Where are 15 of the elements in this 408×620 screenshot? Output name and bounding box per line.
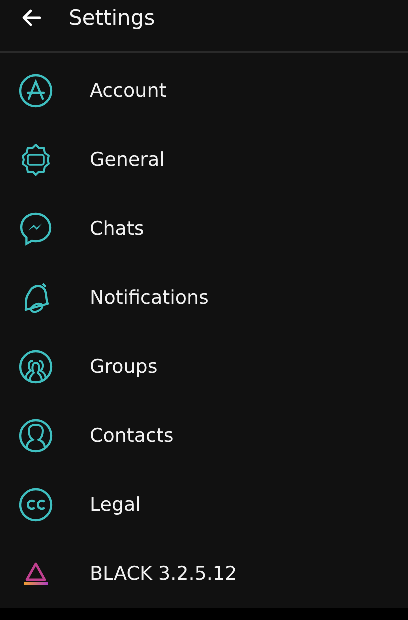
back-arrow-icon[interactable] — [22, 8, 42, 28]
settings-item[interactable]: Groups — [0, 332, 408, 401]
settings-item[interactable]: Contacts — [0, 401, 408, 470]
group-icon — [18, 348, 54, 384]
settings-item[interactable]: Account — [0, 56, 408, 125]
screen-title: Settings — [69, 6, 156, 30]
settings-item[interactable]: Chats — [0, 194, 408, 263]
settings-item[interactable]: Legal — [0, 470, 408, 539]
chat-bubble-icon — [18, 210, 54, 246]
person-icon — [18, 418, 54, 454]
settings-item[interactable]: General — [0, 125, 408, 194]
settings-item[interactable]: BLACK 3.2.5.12 — [0, 539, 408, 608]
settings-item[interactable]: Notifications — [0, 263, 408, 332]
app-store-icon — [18, 72, 54, 108]
cc-icon — [18, 486, 54, 522]
